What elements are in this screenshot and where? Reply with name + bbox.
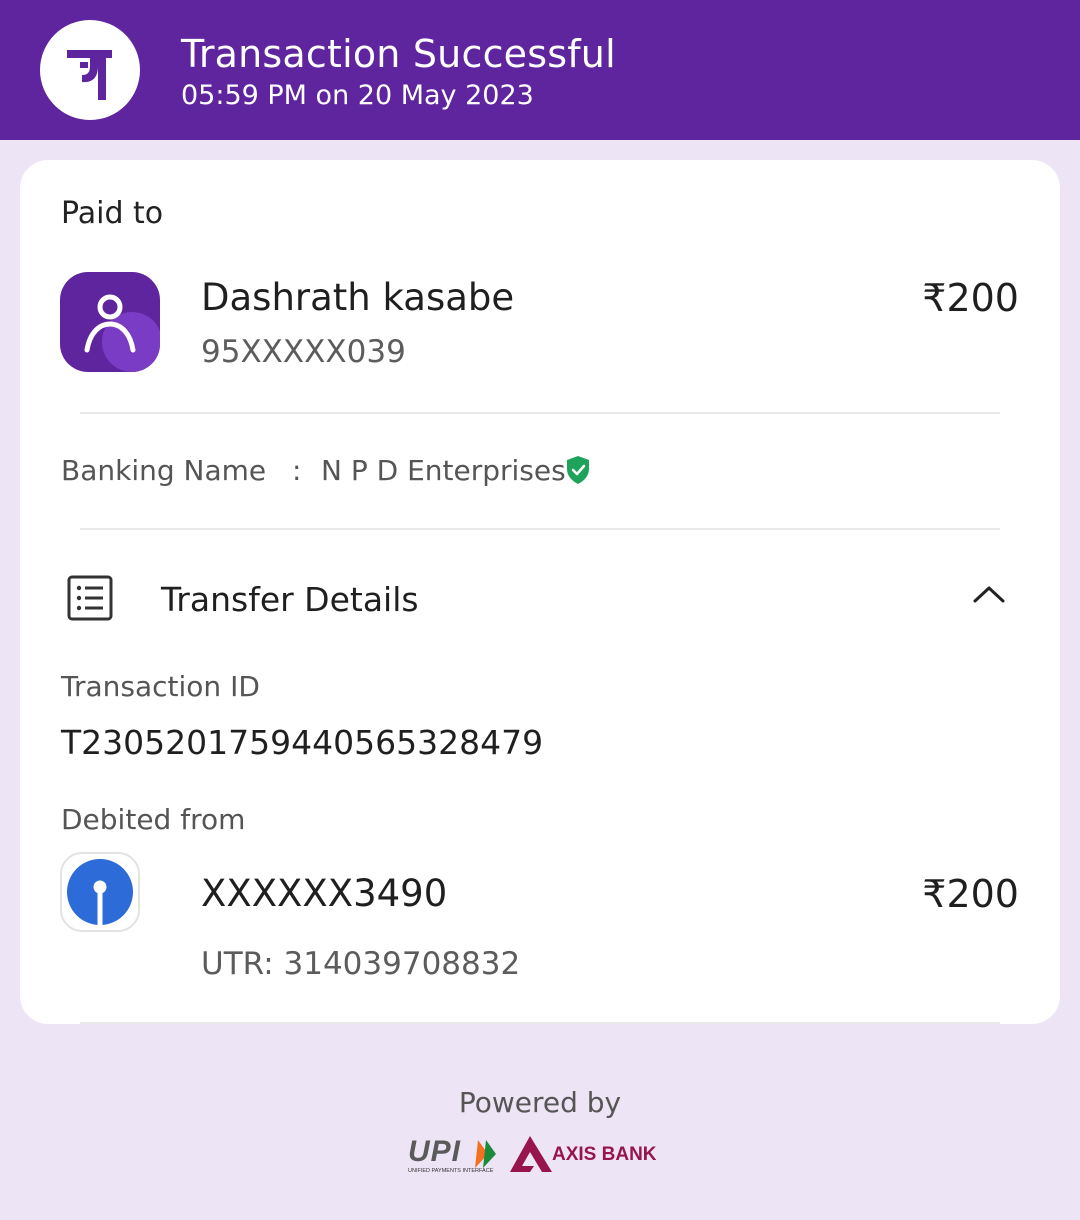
paid-amount: ₹200 (922, 276, 1019, 320)
svg-text:UPI: UPI (408, 1135, 461, 1168)
debited-from-label: Debited from (61, 803, 246, 836)
page-title: Transaction Successful (181, 32, 616, 76)
utr-number: UTR: 314039708832 (201, 946, 521, 982)
divider (80, 412, 1000, 414)
status-header: Transaction Successful 05:59 PM on 20 Ma… (0, 0, 1080, 140)
axis-bank-logo: AXIS BANK (508, 1134, 672, 1178)
transaction-id-label: Transaction ID (61, 670, 260, 703)
user-avatar-icon (60, 272, 160, 372)
shield-check-icon (565, 455, 591, 489)
powered-by-label: Powered by (458, 1086, 622, 1119)
divider (80, 528, 1000, 530)
svg-text:UNIFIED PAYMENTS INTERFACE: UNIFIED PAYMENTS INTERFACE (408, 1168, 494, 1174)
banking-name-value: N P D Enterprises (321, 454, 566, 487)
svg-text:AXIS BANK: AXIS BANK (552, 1144, 657, 1165)
debit-account-number: XXXXXX3490 (201, 872, 448, 915)
payee-name: Dashrath kasabe (201, 276, 515, 319)
banking-name-separator: : (292, 454, 302, 487)
transaction-datetime: 05:59 PM on 20 May 2023 (181, 80, 534, 111)
chevron-up-icon[interactable] (972, 583, 1006, 609)
divider (80, 1022, 1000, 1024)
transaction-card: Paid to Dashrath kasabe 95XXXXX039 ₹200 … (20, 160, 1060, 1024)
phonepe-logo-icon (40, 20, 140, 120)
receipt-list-icon (66, 574, 114, 626)
transfer-details-title: Transfer Details (161, 580, 419, 619)
transaction-id-value[interactable]: T2305201759440565328479 (61, 723, 543, 762)
payee-phone: 95XXXXX039 (201, 334, 406, 370)
sbi-bank-icon (60, 852, 140, 932)
debited-amount: ₹200 (922, 872, 1019, 916)
banking-name-label: Banking Name (61, 454, 267, 487)
upi-logo: UPI UNIFIED PAYMENTS INTERFACE (406, 1134, 502, 1178)
paid-to-label: Paid to (61, 196, 164, 231)
